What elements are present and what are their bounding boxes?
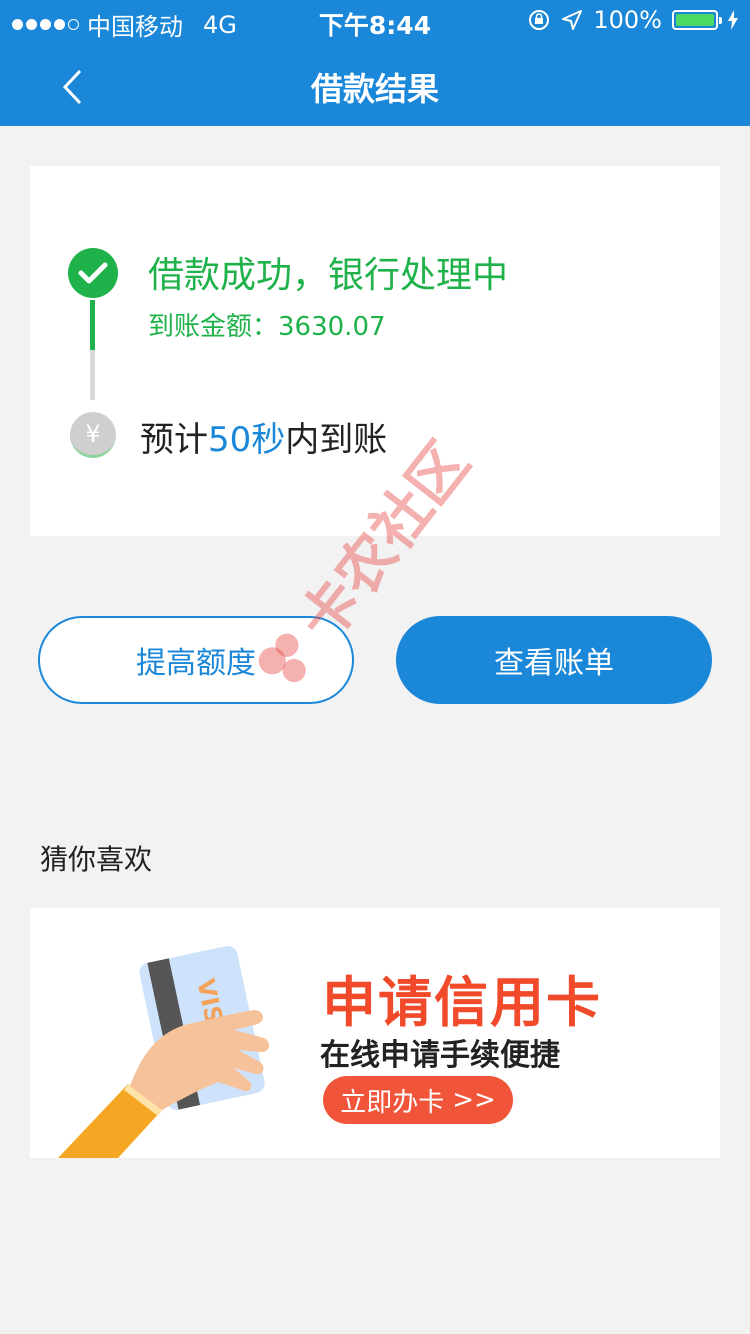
eta-suffix: 内到账 [285, 420, 388, 460]
rotation-lock-icon [529, 10, 550, 30]
apply-card-button[interactable]: 立即办卡 >> [323, 1076, 513, 1124]
banner-title: 申请信用卡 [322, 971, 602, 1034]
status-right: 100% [527, 6, 738, 34]
amount-value: 3630.07 [278, 312, 386, 342]
check-circle-icon [68, 248, 118, 298]
double-chevron-right-icon: >> [452, 1085, 496, 1115]
charging-icon [728, 10, 738, 30]
eta-prefix: 预计 [140, 420, 208, 460]
credit-card-hand-illustration: VISA [58, 946, 270, 1158]
battery-percent: 100% [593, 6, 662, 34]
eta-text: 预计50秒内到账 [140, 412, 387, 461]
battery-icon [672, 10, 722, 30]
credit-card-banner[interactable]: VISA 申请信用卡 在线申请手续便捷 立即办卡 >> [30, 908, 720, 1158]
status-bar: 中国移动 4G 下午8:44 100% [0, 0, 750, 41]
success-title: 借款成功，银行处理中 [148, 255, 509, 296]
progress-line-done [90, 300, 95, 350]
top-bar: 中国移动 4G 下午8:44 100% 借款结果 [0, 0, 750, 126]
location-icon [562, 10, 583, 30]
battery-fill [676, 14, 714, 26]
amount-label: 到账金额： [148, 312, 279, 342]
apply-card-label: 立即办卡 [340, 1087, 445, 1118]
banner-subtitle: 在线申请手续便捷 [320, 1038, 560, 1073]
page-title: 借款结果 [310, 70, 439, 108]
progress-line-pending [90, 350, 95, 400]
view-bill-button[interactable]: 查看账单 [396, 616, 712, 704]
amount-line: 到账金额：3630.07 [148, 306, 386, 343]
eta-highlight: 50秒 [208, 420, 286, 460]
section-title-recommend: 猜你喜欢 [40, 843, 153, 876]
yen-icon: ¥ [70, 412, 116, 458]
